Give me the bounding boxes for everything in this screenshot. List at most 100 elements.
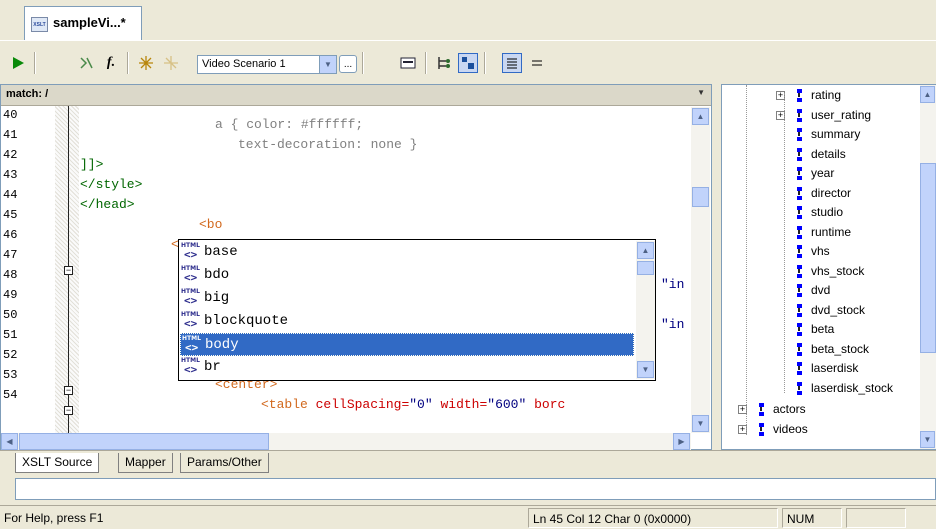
breakpoint-icon[interactable] xyxy=(136,53,156,73)
autocomplete-item[interactable]: HTML <> base xyxy=(180,241,634,264)
tab-mapper[interactable]: Mapper xyxy=(118,453,173,473)
element-node-icon xyxy=(796,89,802,103)
autocomplete-item-selected[interactable]: HTML <> body xyxy=(180,333,634,356)
fold-collapse-icon[interactable]: − xyxy=(64,406,73,415)
autocomplete-popup[interactable]: HTML <> base HTML <> bdo HTML <> big HTML <>… xyxy=(178,239,656,381)
code-line-48-tail: "in xyxy=(661,277,685,292)
document-tab[interactable]: XSLT sampleVi...* xyxy=(24,6,142,40)
chevron-up-icon[interactable]: ▲ xyxy=(637,242,654,259)
html-element-icon: HTML <> xyxy=(182,335,201,354)
line-number: 51 xyxy=(3,328,18,342)
fold-collapse-icon[interactable]: − xyxy=(64,386,73,395)
autocomplete-item-label: bdo xyxy=(204,267,230,283)
autocomplete-item[interactable]: HTML <> big xyxy=(180,287,634,310)
browse-button-label: ... xyxy=(343,58,353,70)
element-node-icon xyxy=(796,303,802,318)
element-node-icon xyxy=(796,323,802,337)
line-number: 41 xyxy=(3,128,18,142)
element-node-icon xyxy=(796,362,802,376)
code-line-44: </head> xyxy=(80,197,135,212)
line-number: 45 xyxy=(3,208,18,222)
line-number: 54 xyxy=(3,388,18,402)
autocomplete-item-label: base xyxy=(204,244,238,260)
chevron-right-icon[interactable]: ▶ xyxy=(673,433,690,450)
function-icon[interactable]: f. xyxy=(101,53,121,73)
element-node-icon xyxy=(796,342,802,357)
element-node-icon xyxy=(796,147,802,162)
tree-node-label: videos xyxy=(773,421,808,436)
tree-node-label: director xyxy=(811,185,852,200)
line-number: 40 xyxy=(3,108,18,122)
element-node-icon xyxy=(758,403,764,417)
autocomplete-item-label: blockquote xyxy=(204,313,289,329)
tab-xslt-source[interactable]: XSLT Source xyxy=(15,453,100,473)
status-help-text: For Help, press F1 xyxy=(4,511,104,525)
toolbar-separator xyxy=(34,52,36,74)
element-node-icon xyxy=(796,284,802,298)
element-node-icon xyxy=(758,422,764,437)
line-number: 42 xyxy=(3,148,18,162)
toggle-panel-icon[interactable] xyxy=(458,53,478,73)
html-element-icon: HTML <> xyxy=(181,357,200,376)
tab-params-other[interactable]: Params/Other xyxy=(180,453,269,473)
status-num: NUM xyxy=(782,508,842,528)
xpath-icon[interactable] xyxy=(76,53,96,73)
menu-icon[interactable] xyxy=(527,53,547,73)
browse-button[interactable]: ... xyxy=(339,55,357,73)
scroll-thumb[interactable] xyxy=(19,433,269,450)
autocomplete-scrollbar[interactable]: ▲ ▼ xyxy=(636,241,655,379)
chevron-up-icon[interactable]: ▲ xyxy=(920,86,935,103)
run-icon[interactable] xyxy=(8,53,28,73)
autocomplete-item[interactable]: HTML <> blockquote xyxy=(180,310,634,333)
output-icon[interactable] xyxy=(398,53,418,73)
tree-connector xyxy=(784,93,785,393)
autocomplete-item[interactable]: HTML <> bdo xyxy=(180,264,634,287)
html-element-icon: HTML <> xyxy=(181,288,200,307)
chevron-down-icon[interactable]: ▼ xyxy=(692,415,709,432)
tree-node-label: studio xyxy=(811,205,844,219)
element-node-icon xyxy=(796,245,802,259)
autocomplete-item-label: body xyxy=(205,337,239,353)
schema-tree-panel[interactable]: rating + user_rating + summary details year dir… xyxy=(721,84,936,450)
editor-vertical-scrollbar[interactable]: ▲ ▼ xyxy=(691,107,710,433)
line-number-gutter: 40 41 42 43 44 45 46 47 48 49 50 51 52 5… xyxy=(1,106,55,434)
status-empty-pane xyxy=(846,508,906,528)
scenario-select[interactable]: Video Scenario 1 ▼ xyxy=(197,55,337,74)
element-node-icon xyxy=(796,381,802,396)
html-element-icon: HTML <> xyxy=(181,242,200,261)
tree-node-label: user_rating xyxy=(811,107,872,122)
scroll-thumb[interactable] xyxy=(692,187,709,207)
text-view-icon[interactable] xyxy=(502,53,522,73)
toolbar-separator xyxy=(127,52,129,74)
clear-breakpoint-icon[interactable] xyxy=(161,53,181,73)
line-number: 52 xyxy=(3,348,18,362)
chevron-down-icon[interactable]: ▼ xyxy=(920,431,935,448)
toolbar-separator xyxy=(362,52,364,74)
editor-horizontal-scrollbar[interactable]: ◀ ▶ xyxy=(1,433,691,450)
code-line-41: text-decoration: none } xyxy=(238,137,418,152)
autocomplete-item[interactable]: HTML <> br xyxy=(180,356,634,379)
scroll-thumb[interactable] xyxy=(637,261,654,275)
chevron-left-icon[interactable]: ◀ xyxy=(1,433,18,450)
chevron-down-icon[interactable]: ▼ xyxy=(319,56,336,73)
tree-vertical-scrollbar[interactable]: ▲ ▼ xyxy=(920,85,936,449)
chevron-up-icon[interactable]: ▲ xyxy=(692,108,709,125)
tree-node-label: dvd xyxy=(811,283,831,297)
document-tab-bar: XSLT sampleVi...* xyxy=(0,0,936,40)
scroll-thumb[interactable] xyxy=(920,163,936,353)
line-number: 53 xyxy=(3,368,18,382)
chevron-down-icon[interactable]: ▼ xyxy=(637,361,654,378)
bottom-tab-bar: XSLT Source Mapper Params/Other xyxy=(0,450,936,474)
tree-node-label: beta xyxy=(811,322,835,336)
tree-view-icon[interactable] xyxy=(434,53,454,73)
code-attr: width= xyxy=(440,397,488,412)
chevron-down-icon[interactable]: ▼ xyxy=(697,88,705,97)
element-node-icon xyxy=(796,206,802,220)
tree-node-label: summary xyxy=(811,127,861,141)
command-input[interactable] xyxy=(15,478,936,500)
element-node-icon xyxy=(796,186,802,201)
match-bar[interactable]: match: / ▼ xyxy=(1,85,711,106)
fold-collapse-icon[interactable]: − xyxy=(64,266,73,275)
element-node-icon xyxy=(796,167,802,181)
tree-node-label: beta_stock xyxy=(811,341,870,356)
